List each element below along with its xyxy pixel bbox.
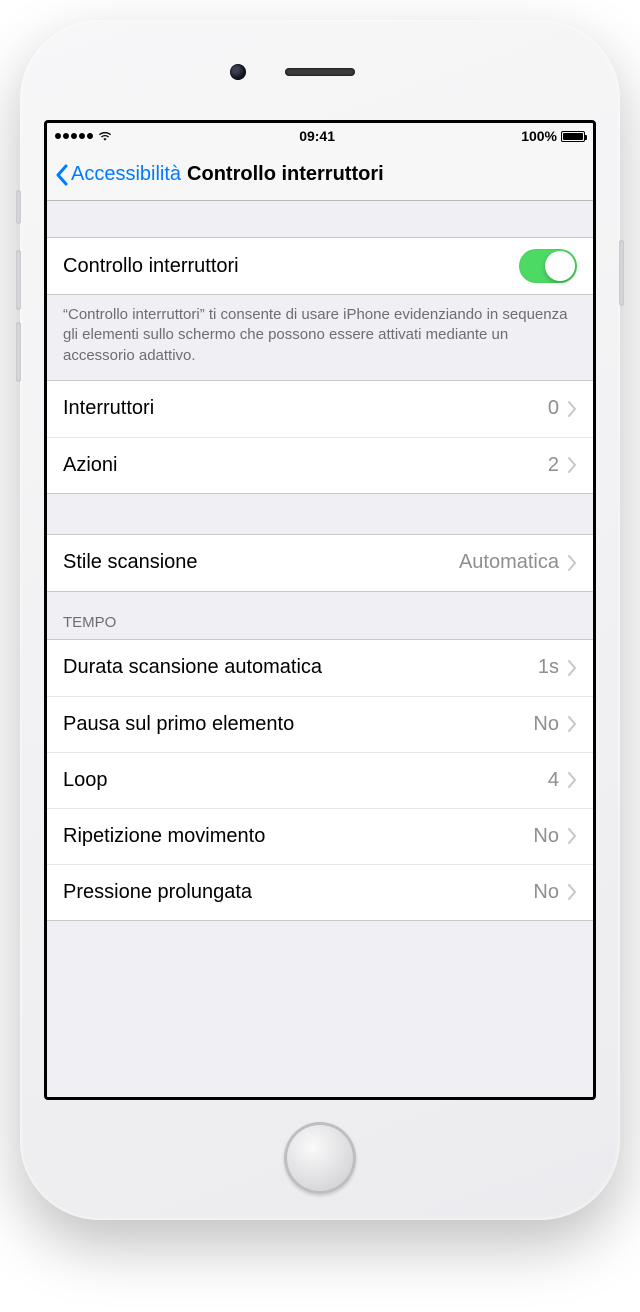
- row-value: 1s: [538, 656, 559, 679]
- chevron-right-icon: [567, 660, 577, 676]
- row-label: Pressione prolungata: [63, 881, 252, 904]
- row-switches[interactable]: Interruttori 0: [47, 381, 593, 437]
- switch-control-toggle[interactable]: [519, 249, 577, 283]
- row-switch-control-toggle[interactable]: Controllo interruttori: [47, 238, 593, 294]
- home-button[interactable]: [284, 1122, 356, 1194]
- settings-content[interactable]: Controllo interruttori “Controllo interr…: [47, 201, 593, 1097]
- row-auto-scan-duration[interactable]: Durata scansione automatica 1s: [47, 640, 593, 696]
- device-power-button: [619, 240, 624, 306]
- device-speaker: [285, 68, 355, 76]
- row-label: Interruttori: [63, 397, 154, 420]
- screen: 09:41 100% Accessibilità Controllo inter…: [44, 120, 596, 1100]
- toggle-label: Controllo interruttori: [63, 255, 239, 278]
- navigation-bar: Accessibilità Controllo interruttori: [47, 149, 593, 201]
- row-long-press[interactable]: Pressione prolungata No: [47, 864, 593, 920]
- row-label: Loop: [63, 769, 108, 792]
- row-value: Automatica: [459, 551, 559, 574]
- section-header-tempo: Tempo: [47, 592, 593, 639]
- iphone-device-frame: 09:41 100% Accessibilità Controllo inter…: [20, 20, 620, 1220]
- chevron-right-icon: [567, 555, 577, 571]
- row-label: Stile scansione: [63, 551, 198, 574]
- device-mute-switch: [16, 190, 21, 224]
- group-switches-actions: Interruttori 0 Azioni 2: [47, 380, 593, 494]
- row-label: Azioni: [63, 454, 117, 477]
- group-tempo: Durata scansione automatica 1s Pausa sul…: [47, 639, 593, 921]
- row-value: 4: [548, 769, 559, 792]
- switch-control-description: “Controllo interruttori” ti consente di …: [47, 295, 593, 380]
- chevron-right-icon: [567, 828, 577, 844]
- battery-percent: 100%: [521, 128, 557, 144]
- row-label: Durata scansione automatica: [63, 656, 322, 679]
- wifi-icon: [97, 130, 113, 142]
- row-value: 2: [548, 454, 559, 477]
- page-title: Controllo interruttori: [187, 163, 384, 186]
- group-scan-style: Stile scansione Automatica: [47, 534, 593, 592]
- signal-strength-icon: [55, 133, 93, 139]
- row-value: 0: [548, 397, 559, 420]
- chevron-right-icon: [567, 457, 577, 473]
- chevron-left-icon: [55, 164, 69, 186]
- device-camera: [230, 64, 246, 80]
- row-scan-style[interactable]: Stile scansione Automatica: [47, 535, 593, 591]
- device-volume-down: [16, 322, 21, 382]
- row-value: No: [533, 713, 559, 736]
- chevron-right-icon: [567, 772, 577, 788]
- row-value: No: [533, 881, 559, 904]
- row-label: Pausa sul primo elemento: [63, 713, 294, 736]
- row-loop[interactable]: Loop 4: [47, 752, 593, 808]
- chevron-right-icon: [567, 716, 577, 732]
- status-bar: 09:41 100%: [47, 123, 593, 149]
- chevron-right-icon: [567, 884, 577, 900]
- row-movement-repeat[interactable]: Ripetizione movimento No: [47, 808, 593, 864]
- device-volume-up: [16, 250, 21, 310]
- chevron-right-icon: [567, 401, 577, 417]
- row-value: No: [533, 825, 559, 848]
- status-time: 09:41: [299, 128, 335, 144]
- back-button[interactable]: Accessibilità: [55, 163, 181, 186]
- group-master-toggle: Controllo interruttori: [47, 237, 593, 295]
- row-pause-first-item[interactable]: Pausa sul primo elemento No: [47, 696, 593, 752]
- row-label: Ripetizione movimento: [63, 825, 265, 848]
- battery-icon: [561, 131, 585, 142]
- row-actions[interactable]: Azioni 2: [47, 437, 593, 493]
- back-label: Accessibilità: [71, 163, 181, 186]
